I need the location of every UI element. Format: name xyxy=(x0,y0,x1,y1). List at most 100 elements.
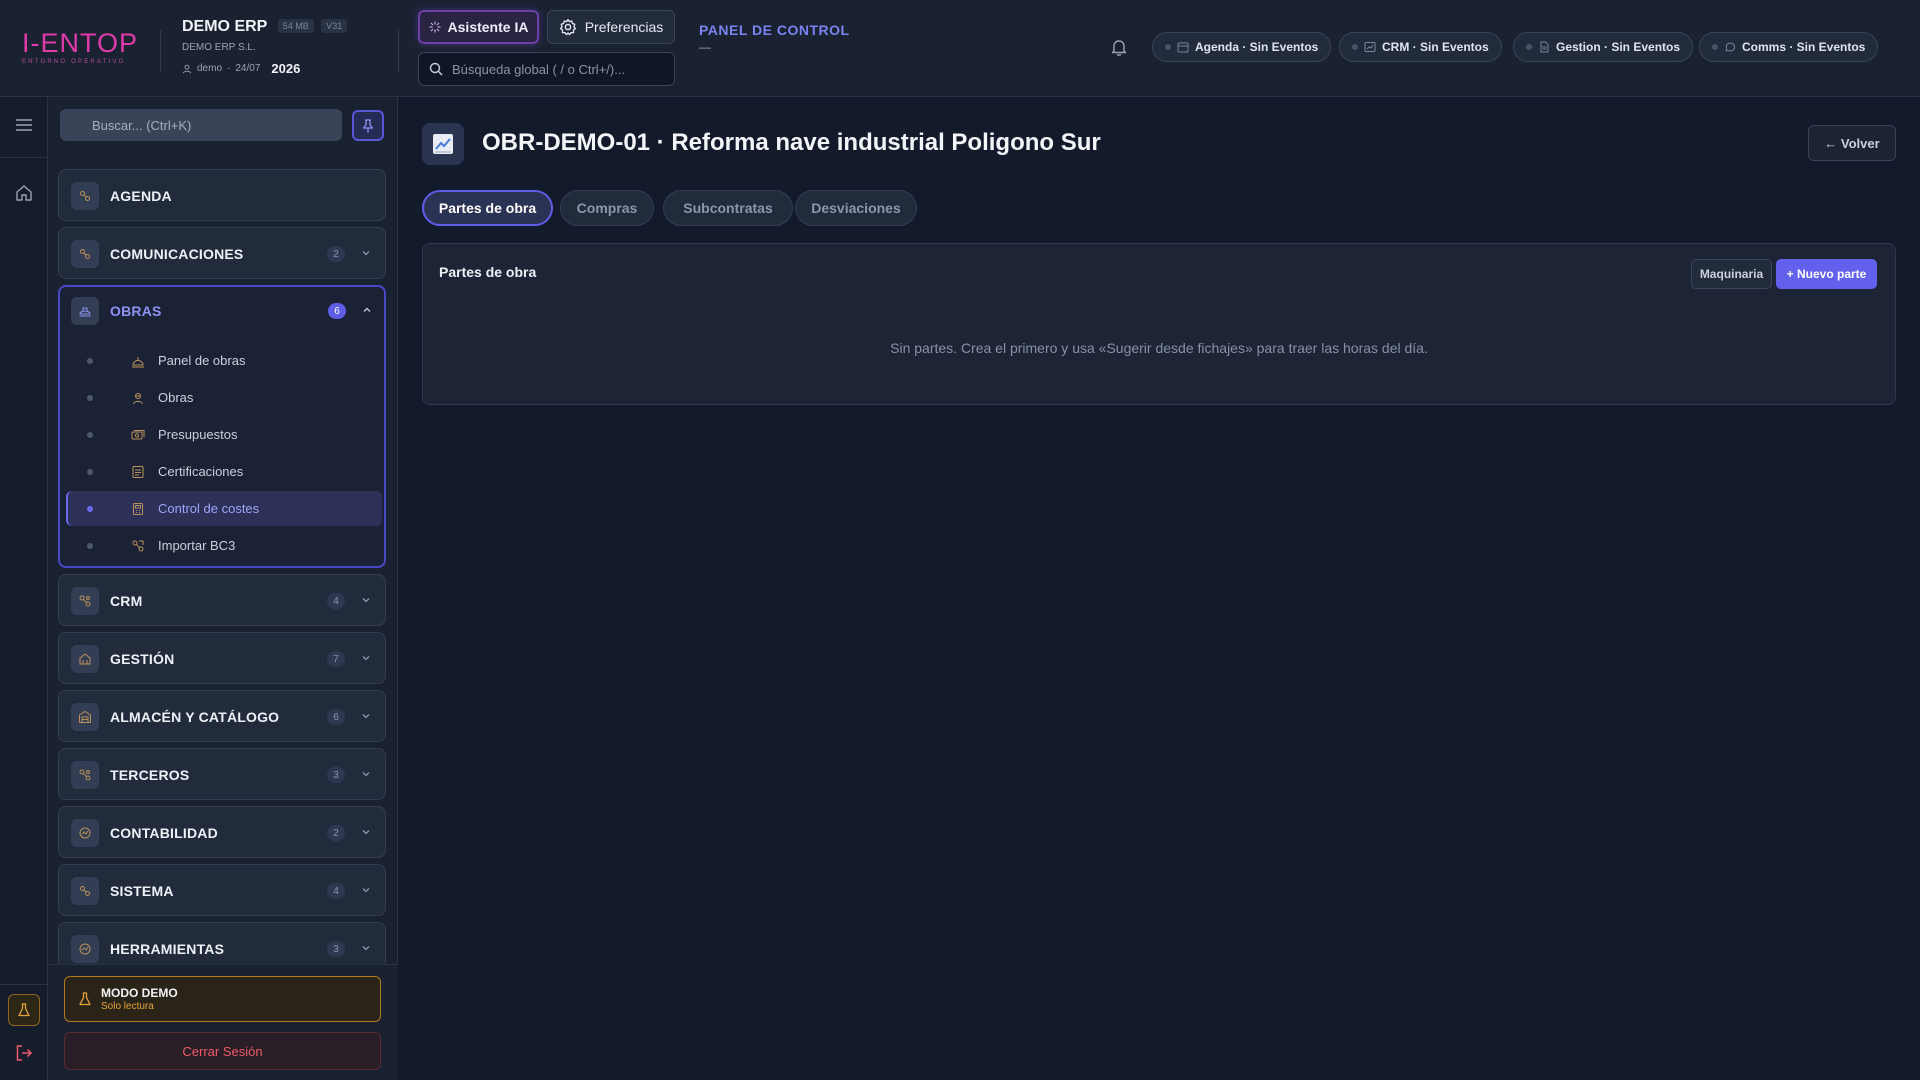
demo-mode-rail-button[interactable] xyxy=(8,994,40,1026)
bell-icon xyxy=(1111,40,1127,56)
section-count-badge: 2 xyxy=(327,246,345,262)
section-count-badge: 3 xyxy=(327,941,345,957)
logout-button[interactable]: Cerrar Sesión xyxy=(64,1032,381,1070)
tab-compras[interactable]: Compras xyxy=(560,190,654,226)
sidebar-item-label: Certificaciones xyxy=(158,464,244,479)
status-pill-crm[interactable]: CRM · Sin Eventos xyxy=(1339,32,1502,62)
warehouse-icon xyxy=(71,703,99,731)
ai-assistant-label: Asistente IA xyxy=(447,19,529,35)
status-pill-comms[interactable]: Comms · Sin Eventos xyxy=(1699,32,1879,62)
management-icon xyxy=(71,645,99,673)
sidebar-item-presupuestos[interactable]: Presupuestos xyxy=(66,417,382,452)
sidebar-item-certificaciones[interactable]: Certificaciones xyxy=(66,454,382,489)
sidebar-section-almacen[interactable]: ALMACÉN Y CATÁLOGO 6 xyxy=(58,690,386,742)
dashboard-icon xyxy=(130,353,146,369)
accounting-icon xyxy=(71,819,99,847)
notifications-button[interactable] xyxy=(1110,38,1128,62)
back-button[interactable]: ← Volver xyxy=(1808,125,1896,161)
preferences-label: Preferencias xyxy=(584,19,664,35)
sidebar-search[interactable] xyxy=(60,109,342,141)
maquinaria-button[interactable]: Maquinaria xyxy=(1691,259,1772,289)
sidebar-item-control-de-costes[interactable]: Control de costes xyxy=(66,491,382,526)
chevron-down-icon xyxy=(362,251,370,256)
status-pill-label: Gestion · Sin Eventos xyxy=(1556,40,1681,54)
sidebar-section-contabilidad[interactable]: CONTABILIDAD 2 xyxy=(58,806,386,858)
preferences-button[interactable]: Preferencias xyxy=(547,10,675,44)
user-name: demo xyxy=(197,63,223,74)
sidebar-section-terceros[interactable]: TERCEROS 3 xyxy=(58,748,386,800)
global-search-input[interactable] xyxy=(452,61,662,77)
sidebar-item-importar-bc3[interactable]: Importar BC3 xyxy=(66,528,382,563)
divider xyxy=(160,30,161,72)
global-search[interactable] xyxy=(418,52,675,86)
chevron-down-icon xyxy=(362,656,370,661)
section-count-badge: 3 xyxy=(327,767,345,783)
sparkle-icon xyxy=(429,21,441,33)
sidebar-section-agenda[interactable]: AGENDA xyxy=(58,169,386,221)
section-count-badge: 4 xyxy=(327,883,345,899)
sidebar-section-comunicaciones[interactable]: COMUNICACIONES 2 xyxy=(58,227,386,279)
worker-icon xyxy=(130,390,146,406)
flask-icon xyxy=(18,1003,30,1017)
sidebar-item-label: Control de costes xyxy=(158,501,260,516)
status-pill-gestion[interactable]: Gestion · Sin Eventos xyxy=(1513,32,1694,62)
crm-icon xyxy=(71,587,99,615)
chevron-down-icon xyxy=(362,772,370,777)
sidebar-section-gestion[interactable]: GESTIÓN 7 xyxy=(58,632,386,684)
demo-mode-title: MODO DEMO xyxy=(101,986,178,1000)
demo-mode-banner: MODO DEMO Solo lectura xyxy=(64,976,381,1022)
sidebar-item-obras[interactable]: Obras xyxy=(66,380,382,415)
section-label: SISTEMA xyxy=(110,883,174,899)
sidebar-item-label: Importar BC3 xyxy=(158,538,236,553)
rail-divider xyxy=(0,984,48,985)
ai-assistant-button[interactable]: Asistente IA xyxy=(418,10,539,44)
status-dot xyxy=(1712,44,1718,50)
menu-toggle-button[interactable] xyxy=(10,111,38,139)
status-dot xyxy=(1165,44,1171,50)
tab-partes-de-obra[interactable]: Partes de obra xyxy=(422,190,553,226)
section-label: OBRAS xyxy=(110,303,162,319)
section-label: TERCEROS xyxy=(110,767,190,783)
bullet xyxy=(87,357,93,364)
new-parte-button[interactable]: + Nuevo parte xyxy=(1776,259,1877,289)
app-logo[interactable]: I-ENTOP ENTORNO OPERATIVO xyxy=(22,30,142,66)
status-pill-label: Agenda · Sin Eventos xyxy=(1195,40,1319,54)
sidebar-item-panel-de-obras[interactable]: Panel de obras xyxy=(66,343,382,378)
current-year: 2026 xyxy=(271,61,301,76)
import-icon xyxy=(130,538,146,554)
sidebar-section-crm[interactable]: CRM 4 xyxy=(58,574,386,626)
certificate-icon xyxy=(130,464,146,480)
divider xyxy=(398,30,399,72)
construction-icon xyxy=(71,297,99,325)
section-label: AGENDA xyxy=(110,188,172,204)
sidebar-section-sistema[interactable]: SISTEMA 4 xyxy=(58,864,386,916)
tab-desviaciones[interactable]: Desviaciones xyxy=(795,190,917,226)
demo-mode-subtitle: Solo lectura xyxy=(101,1001,154,1012)
status-pill-agenda[interactable]: Agenda · Sin Eventos xyxy=(1152,32,1332,62)
calendar-icon xyxy=(1177,42,1189,53)
pin-icon xyxy=(362,118,374,132)
section-label: ALMACÉN Y CATÁLOGO xyxy=(110,709,280,725)
version-chip: V31 xyxy=(321,19,348,33)
sidebar-item-label: Obras xyxy=(158,390,194,405)
sidebar-search-input[interactable] xyxy=(92,117,332,133)
section-count-badge: 4 xyxy=(327,593,345,609)
pin-sidebar-button[interactable] xyxy=(352,110,384,141)
company-legal-name: DEMO ERP S.L. xyxy=(182,42,256,53)
sidebar-section-obras[interactable]: OBRAS 6 Panel de obras Obras Presupuesto… xyxy=(58,285,386,568)
logout-rail-button[interactable] xyxy=(10,1039,38,1067)
bullet xyxy=(87,394,93,401)
company-name: DEMO ERP xyxy=(182,18,268,35)
size-chip: 54 MB xyxy=(277,19,314,33)
home-button[interactable] xyxy=(10,179,38,207)
section-label: CRM xyxy=(110,593,143,609)
chevron-down-icon xyxy=(362,946,370,951)
status-dot xyxy=(1526,44,1532,50)
status-pill-label: Comms · Sin Eventos xyxy=(1742,40,1866,54)
current-date: 24/07 xyxy=(235,63,261,74)
section-count-badge: 6 xyxy=(327,709,345,725)
tab-subcontratas[interactable]: Subcontratas xyxy=(663,190,793,226)
panel-title: PANEL DE CONTROL xyxy=(699,22,850,38)
panel-title-block: PANEL DE CONTROL — xyxy=(699,22,850,54)
sidebar-item-label: Panel de obras xyxy=(158,353,246,368)
